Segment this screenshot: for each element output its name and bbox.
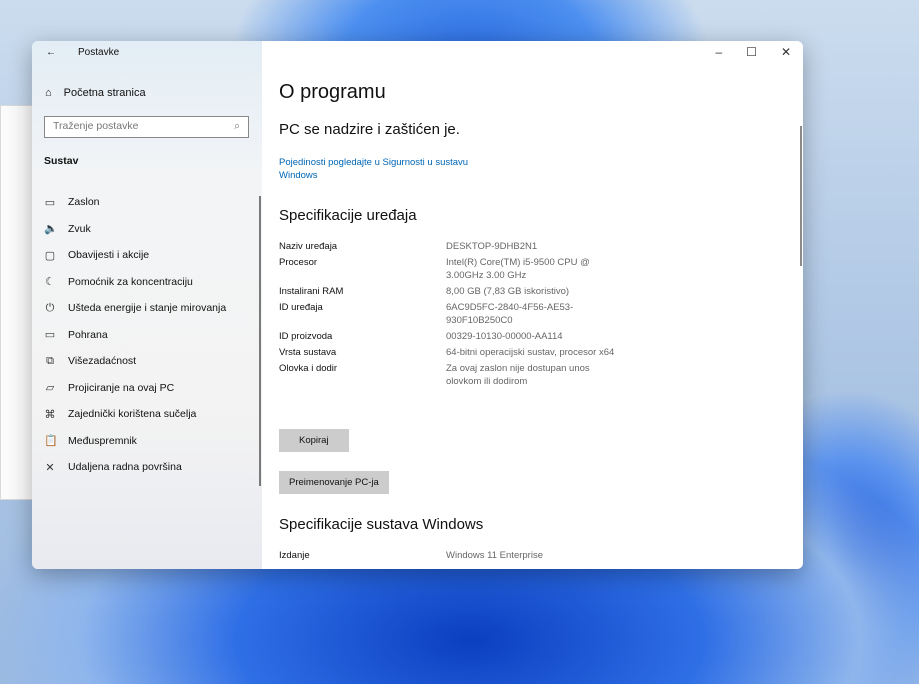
windows-specs-heading: Specifikacije sustava Windows — [279, 516, 484, 533]
nav-icon: 🔈 — [44, 223, 58, 236]
rename-pc-button[interactable]: Preimenovanje PC-ja — [279, 471, 389, 494]
spec-value: Za ovaj zaslon nije dostupan unos olovko… — [446, 363, 590, 387]
protection-status: PC se nadzire i zaštićen je. — [279, 121, 460, 138]
sidebar-item-label: Ušteda energije i stanje mirovanja — [68, 302, 227, 315]
spec-value: Intel(R) Core(TM) i5-9500 CPU @ 3.00GHz … — [446, 257, 590, 281]
spec-value: 6AC9D5FC-2840-4F56-AE53-930F10B250C0 — [446, 302, 574, 326]
spec-value: 00329-10130-00000-AA114 — [446, 331, 563, 342]
device-specs: Naziv uređaja DESKTOP-9DHB2N1 Procesor Inte… — [279, 240, 616, 391]
sidebar-item-label: Pomoćnik za koncentraciju — [68, 275, 193, 288]
windows-specs: Izdanje Windows 11 Enterprise — [279, 549, 616, 565]
spec-row: Vrsta sustava 64-bitni operacijski sustav… — [279, 346, 616, 359]
close-button[interactable]: ✕ — [781, 45, 791, 59]
spec-label: ID proizvoda — [279, 331, 333, 342]
sidebar-item-label: Udaljena radna površina — [68, 461, 182, 474]
sidebar-item-label: Višezadaćnost — [68, 355, 137, 368]
device-specs-heading: Specifikacije uređaja — [279, 207, 417, 224]
sidebar-item[interactable]: ✕ Udaljena radna površina — [44, 450, 226, 485]
nav-icon: ▱ — [45, 382, 55, 395]
nav-icon: ▭ — [44, 329, 56, 342]
spec-row: ID proizvoda 00329-10130-00000-AA114 — [279, 330, 616, 343]
spec-row: Procesor Intel(R) Core(TM) i5-9500 CPU @ … — [279, 256, 616, 282]
copy-button[interactable]: Kopiraj — [279, 429, 349, 452]
nav-icon: ✕ — [45, 461, 55, 474]
spec-row: ID uređaja 6AC9D5FC-2840-4F56-AE53-930F10… — [279, 301, 616, 327]
window-controls: – ☐ ✕ — [715, 45, 791, 59]
sidebar-item-label: Pohrana — [68, 328, 108, 341]
spec-label: Instalirani RAM — [279, 286, 344, 297]
nav-icon: ⏻ — [45, 301, 55, 314]
spec-label: ID uređaja — [279, 302, 323, 313]
nav-icon: ☾ — [45, 276, 55, 289]
spec-row: Naziv uređaja DESKTOP-9DHB2N1 — [279, 240, 616, 253]
maximize-button[interactable]: ☐ — [746, 45, 757, 59]
spec-label: Naziv uređaja — [279, 241, 338, 252]
spec-label: Izdanje — [279, 550, 310, 561]
search-placeholder: Traženje postavke — [53, 120, 139, 132]
security-link[interactable]: Pojedinosti pogledajte u Sigurnosti u su… — [279, 156, 499, 182]
settings-window: ← Postavke ⌂ Početna stranica Traženje p… — [32, 41, 803, 569]
spec-value: Windows 11 Enterprise — [446, 550, 543, 561]
home-link[interactable]: ⌂ Početna stranica — [45, 87, 146, 99]
nav-icon: 📋 — [44, 435, 58, 448]
spec-value: DESKTOP-9DHB2N1 — [446, 241, 538, 252]
page-title: O programu — [279, 81, 386, 103]
back-arrow-icon[interactable]: ← — [46, 47, 56, 58]
nav-icon: ▢ — [44, 249, 56, 262]
home-label: Početna stranica — [63, 87, 146, 99]
minimize-button[interactable]: – — [715, 45, 722, 59]
spec-row: Izdanje Windows 11 Enterprise — [279, 549, 616, 562]
search-icon: ⌕ — [234, 120, 240, 132]
spec-value: 64-bitni operacijski sustav, procesor x6… — [446, 347, 615, 358]
window-title: Postavke — [78, 47, 120, 58]
sidebar-item-label: Zaslon — [68, 196, 100, 209]
spec-value: 8,00 GB (7,83 GB iskoristivo) — [446, 286, 570, 297]
search-input[interactable]: Traženje postavke ⌕ — [44, 116, 249, 138]
main-content: – ☐ ✕ O programu PC se nadzire i zaštiće… — [279, 41, 803, 569]
section-heading: Sustav — [44, 155, 79, 167]
sidebar: ← Postavke ⌂ Početna stranica Traženje p… — [32, 41, 262, 569]
nav-icon: ⧉ — [46, 354, 54, 367]
spec-row: Instalirani RAM 8,00 GB (7,83 GB iskorist… — [279, 285, 616, 298]
content-scrollbar[interactable] — [800, 126, 802, 266]
sidebar-item-label: Projiciranje na ovaj PC — [68, 381, 175, 394]
nav-icon: ▭ — [44, 196, 56, 209]
nav-icon: ⌘ — [44, 408, 56, 421]
sidebar-item-label: Zvuk — [68, 222, 91, 235]
spec-label: Procesor — [279, 257, 318, 268]
sidebar-item-label: Međuspremnik — [68, 434, 137, 447]
spec-label: Olovka i dodir — [279, 363, 338, 374]
sidebar-nav: ▭ Zaslon 🔈 Zvuk ▢ Obavijesti i akcije ☾ Pomoćni… — [44, 193, 226, 485]
home-icon: ⌂ — [45, 87, 52, 99]
title-bar: ← Postavke — [46, 47, 119, 58]
sidebar-scrollbar[interactable] — [259, 196, 261, 486]
spec-row: Olovka i dodir Za ovaj zaslon nije dostup… — [279, 362, 616, 388]
sidebar-item-label: Obavijesti i akcije — [68, 249, 150, 262]
sidebar-item-label: Zajednički korištena sučelja — [68, 408, 197, 421]
spec-label: Vrsta sustava — [279, 347, 337, 358]
